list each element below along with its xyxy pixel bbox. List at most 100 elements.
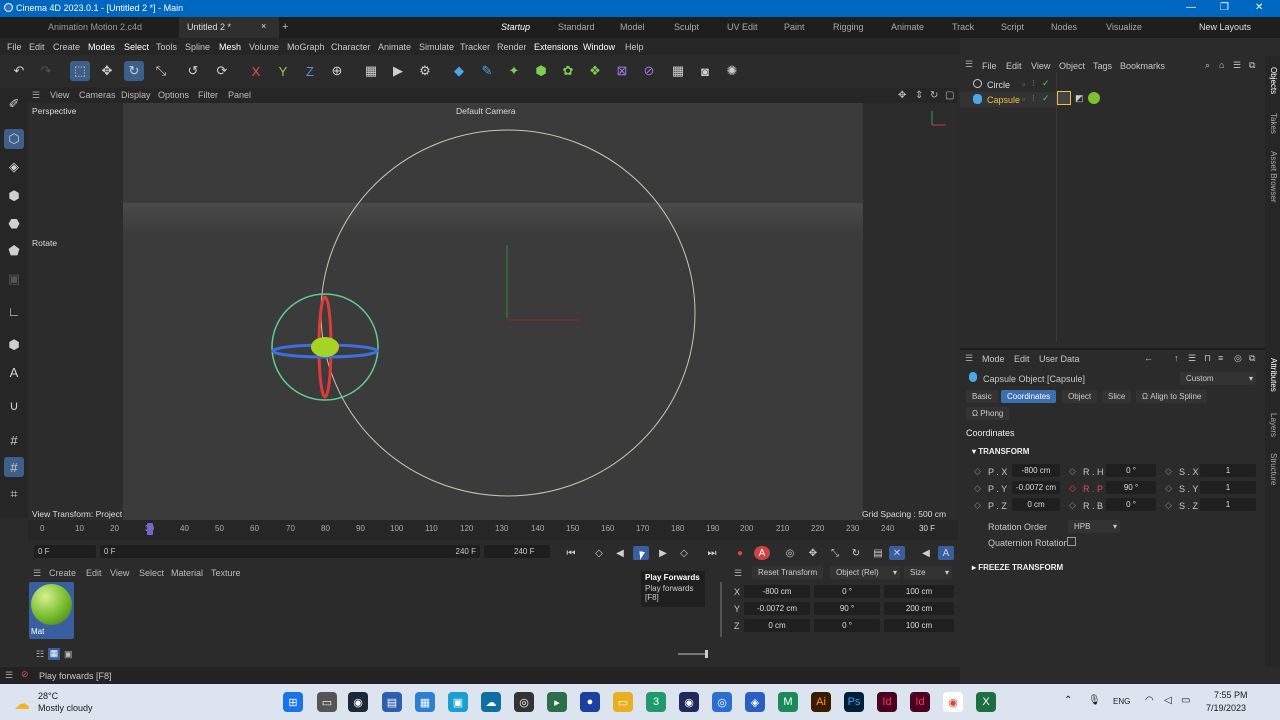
battery-icon[interactable]: ▭	[1181, 695, 1190, 706]
points-mode-icon[interactable]: ⬢	[4, 186, 24, 206]
illustrator-icon[interactable]: Ai	[811, 692, 831, 712]
minimize-button[interactable]: —	[1186, 2, 1196, 13]
key-position-icon[interactable]: ✥	[805, 546, 821, 560]
redo-icon[interactable]: ↷	[36, 61, 56, 81]
keyframe-diamond-icon[interactable]: ◇	[1069, 500, 1076, 511]
enabled-check-icon[interactable]: ✓	[1042, 78, 1050, 89]
next-frame-icon[interactable]: ▶	[655, 546, 671, 560]
target-icon[interactable]: ◎	[1234, 353, 1242, 364]
material-tag-icon[interactable]	[1088, 92, 1100, 104]
menu-select[interactable]: Select	[124, 42, 149, 52]
layout-sculpt[interactable]: Sculpt	[674, 22, 699, 32]
field-position-x[interactable]: -800 cm	[1012, 464, 1060, 477]
keyframe-diamond-icon[interactable]: ◇	[974, 500, 981, 511]
lock-icon[interactable]: ⊓	[1204, 353, 1211, 364]
photoshop-icon[interactable]: Ps	[844, 692, 864, 712]
coord-rotation-z[interactable]: 0 °	[814, 619, 880, 632]
object-row-circle[interactable]: Circle ▫ ⁝ ✓	[960, 77, 1058, 92]
coord-position-y[interactable]: -0.0072 cm	[744, 602, 810, 615]
object-menu-edit[interactable]: Edit	[1006, 61, 1022, 71]
tab-slice[interactable]: Slice	[1102, 390, 1132, 403]
viewport-perspective[interactable]: Perspective Default Camera Rotate View T…	[28, 103, 958, 520]
viewport-menu-cameras[interactable]: Cameras	[79, 90, 116, 100]
viewport-camera-label[interactable]: Default Camera	[456, 106, 516, 116]
back-arrow-icon[interactable]: ←	[1144, 353, 1153, 363]
mograph-icon[interactable]: ❖	[585, 61, 605, 81]
object-menu-tags[interactable]: Tags	[1093, 61, 1112, 71]
list-view-icon[interactable]: ☷	[36, 649, 44, 660]
menu-mograph[interactable]: MoGraph	[287, 42, 325, 52]
visibility-dots-icon[interactable]: ⁝	[1032, 78, 1035, 89]
coord-size-y[interactable]: 200 cm	[884, 602, 954, 615]
maximize-button[interactable]: ❐	[1220, 2, 1229, 13]
tab-coordinates[interactable]: Coordinates	[1001, 390, 1057, 403]
layout-standard[interactable]: Standard	[558, 22, 595, 32]
weather-condition[interactable]: Mostly cloudy	[38, 703, 93, 713]
keyframe-diamond-icon[interactable]: ◇	[1069, 466, 1076, 477]
attr-menu-user-data[interactable]: User Data	[1039, 354, 1080, 364]
layout-paint[interactable]: Paint	[784, 22, 805, 32]
status-menu-icon[interactable]: ☰	[5, 670, 13, 681]
object-name-circle[interactable]: Circle	[987, 80, 1010, 90]
tray-chevron-icon[interactable]: ⌃	[1064, 695, 1072, 706]
tab-object[interactable]: Object	[1062, 390, 1098, 403]
menu-animate[interactable]: Animate	[378, 42, 411, 52]
field-rotation-h[interactable]: 0 °	[1106, 464, 1156, 477]
field-icon[interactable]: ⊘	[639, 61, 659, 81]
viewport-menu-options[interactable]: Options	[158, 90, 189, 100]
visibility-dots-icon[interactable]: ⁝	[1032, 93, 1035, 104]
attr-menu-mode[interactable]: Mode	[982, 354, 1005, 364]
app-icon[interactable]: ◎	[712, 692, 732, 712]
app-icon[interactable]: ◎	[514, 692, 534, 712]
key-rotation-icon[interactable]: ↻	[848, 546, 864, 560]
workplane-align-icon[interactable]: ⌗	[4, 484, 24, 504]
large-view-icon[interactable]: ▣	[64, 649, 73, 660]
volume-icon[interactable]: ◁	[1164, 695, 1172, 706]
material-menu-texture[interactable]: Texture	[211, 568, 241, 578]
autokey-icon[interactable]: A	[754, 546, 770, 560]
coord-size-z[interactable]: 100 cm	[884, 619, 954, 632]
layout-model[interactable]: Model	[620, 22, 645, 32]
model-mode-icon[interactable]: ⬡	[4, 129, 24, 149]
coord-rotation-y[interactable]: 90 °	[814, 602, 880, 615]
circle-spline-object[interactable]	[320, 129, 696, 497]
key-pla-icon[interactable]: ✕	[889, 546, 905, 560]
keyframe-diamond-icon[interactable]: ◇	[1069, 483, 1076, 494]
enabled-check-icon[interactable]: ✓	[1042, 93, 1050, 104]
side-tab-asset-browser[interactable]: Asset Browser	[1269, 151, 1278, 203]
rotation-order-dropdown[interactable]: HPB ▾	[1068, 520, 1120, 533]
tag-icon[interactable]	[1057, 91, 1071, 105]
filter-icon[interactable]: ☰	[1188, 353, 1196, 364]
side-tab-takes[interactable]: Takes	[1269, 113, 1278, 134]
polygons-mode-icon[interactable]: ⬟	[4, 241, 24, 261]
scale-tool-icon[interactable]: ⤡	[151, 61, 171, 81]
layout-nodes[interactable]: Nodes	[1051, 22, 1077, 32]
terminal-icon[interactable]: ▸	[547, 692, 567, 712]
viewport-pan-icon[interactable]: ✥	[898, 90, 906, 101]
app-icon[interactable]: ▣	[448, 692, 468, 712]
menu-create[interactable]: Create	[53, 42, 80, 52]
object-axis-icon[interactable]: ⬢	[4, 335, 24, 355]
playhead[interactable]	[147, 523, 153, 535]
field-scale-z[interactable]: 1	[1200, 498, 1256, 511]
home-icon[interactable]: ⌂	[1219, 60, 1224, 70]
layout-animate[interactable]: Animate	[891, 22, 924, 32]
menu-spline[interactable]: Spline	[185, 42, 210, 52]
sound-icon[interactable]: ◀	[918, 546, 934, 560]
grid-view-icon[interactable]: ▦	[48, 648, 60, 660]
indesign-icon[interactable]: Id	[877, 692, 897, 712]
previous-frame-icon[interactable]: ◀	[612, 546, 628, 560]
language-indicator[interactable]: ENG	[1113, 697, 1130, 706]
material-menu-view[interactable]: View	[110, 568, 129, 578]
layout-track[interactable]: Track	[952, 22, 974, 32]
snap-icon[interactable]: ∪	[4, 396, 24, 416]
menu-file[interactable]: File	[7, 42, 22, 52]
object-row-capsule[interactable]: Capsule ▫ ⁝ ✓	[960, 92, 1058, 107]
x-axis-lock-button[interactable]: X	[246, 61, 266, 81]
next-key-icon[interactable]: ◇	[676, 546, 692, 560]
settings-icon[interactable]: ≡	[1218, 353, 1223, 363]
field-position-y[interactable]: -0.0072 cm	[1012, 481, 1060, 494]
menu-tracker[interactable]: Tracker	[460, 42, 490, 52]
menu-window[interactable]: Window	[583, 42, 615, 52]
weather-icon[interactable]: ☁	[14, 694, 30, 714]
